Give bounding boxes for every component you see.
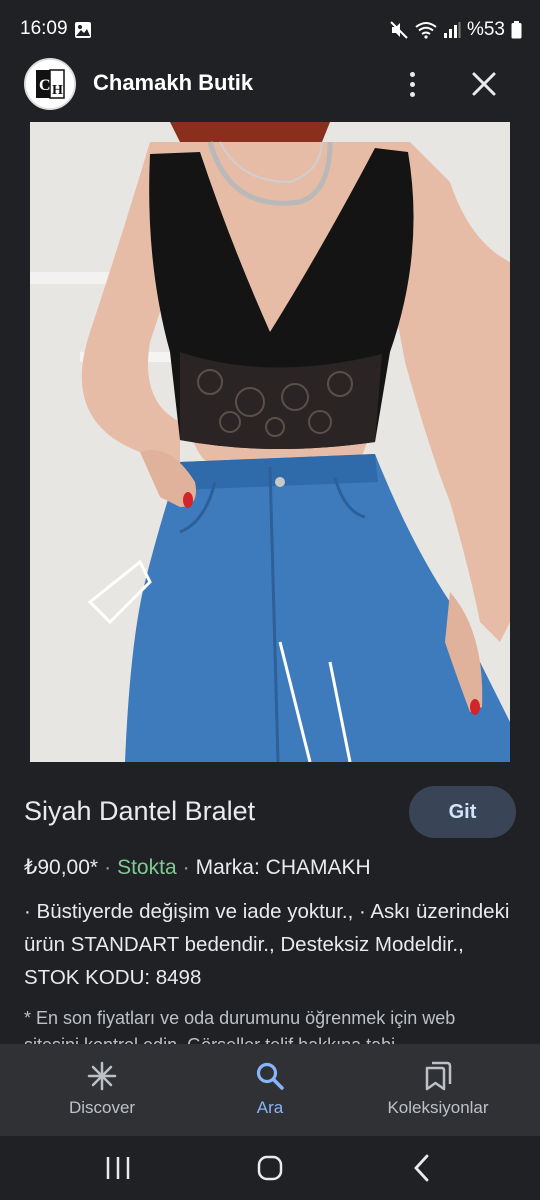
home-icon bbox=[257, 1155, 283, 1181]
svg-text:H: H bbox=[52, 83, 63, 98]
product-photo bbox=[30, 122, 510, 762]
nav-label: Koleksiyonlar bbox=[387, 1098, 489, 1117]
status-time: 16:09 bbox=[20, 18, 68, 39]
top-bar: C H Chamakh Butik bbox=[0, 46, 540, 122]
product-meta: ₺90,00* · Stokta · Marka: CHAMAKH bbox=[24, 855, 371, 880]
back-button[interactable] bbox=[402, 1150, 442, 1186]
mute-icon bbox=[390, 21, 408, 39]
home-button[interactable] bbox=[250, 1150, 290, 1186]
close-icon[interactable] bbox=[466, 66, 502, 102]
nav-label: Ara bbox=[256, 1098, 284, 1117]
signal-icon bbox=[443, 22, 461, 38]
recent-apps-button[interactable] bbox=[98, 1150, 138, 1186]
site-logo: C H bbox=[26, 60, 74, 108]
separator-dot: · bbox=[182, 856, 190, 879]
product-brand: Marka: CHAMAKH bbox=[195, 856, 371, 879]
product-description: · Büstiyerde değişim ve iade yoktur., · … bbox=[24, 900, 510, 989]
back-icon bbox=[414, 1154, 429, 1182]
asterisk-icon bbox=[87, 1061, 117, 1091]
search-icon bbox=[256, 1062, 284, 1090]
more-options-button[interactable] bbox=[396, 64, 428, 104]
battery-percent: %53 bbox=[466, 19, 505, 40]
svg-text:C: C bbox=[39, 77, 51, 94]
nav-label: Discover bbox=[68, 1098, 136, 1117]
nav-discover[interactable]: Discover bbox=[55, 1044, 149, 1136]
separator-dot: · bbox=[104, 856, 112, 879]
more-dot bbox=[409, 71, 415, 77]
status-icons: %53 bbox=[389, 18, 522, 42]
bottom-nav: Discover Ara Koleksiyonlar bbox=[0, 1044, 540, 1136]
product-title: Siyah Dantel Bralet bbox=[24, 796, 256, 826]
system-nav bbox=[0, 1136, 540, 1200]
wifi-icon bbox=[415, 22, 437, 39]
stock-status: Stokta bbox=[117, 856, 177, 879]
product-image[interactable] bbox=[30, 122, 510, 762]
product-price: ₺90,00* bbox=[24, 856, 99, 879]
product-info: Siyah Dantel Bralet Git ₺90,00* · Stokta · M… bbox=[0, 762, 540, 1044]
more-dot bbox=[409, 91, 415, 97]
image-area bbox=[0, 122, 540, 862]
battery-icon bbox=[511, 21, 522, 39]
gallery-notification-icon bbox=[75, 22, 91, 38]
recent-apps-icon bbox=[106, 1157, 130, 1179]
more-dot bbox=[409, 81, 415, 87]
nav-search[interactable]: Ara bbox=[239, 1044, 301, 1136]
go-button[interactable]: Git bbox=[409, 786, 516, 838]
site-title[interactable]: Chamakh Butik bbox=[93, 70, 253, 96]
price-disclaimer: * En son fiyatları ve oda durumunu öğren… bbox=[24, 1008, 456, 1044]
nav-collections[interactable]: Koleksiyonlar bbox=[376, 1044, 500, 1136]
site-avatar: C H bbox=[24, 58, 76, 110]
collections-icon bbox=[425, 1061, 452, 1091]
